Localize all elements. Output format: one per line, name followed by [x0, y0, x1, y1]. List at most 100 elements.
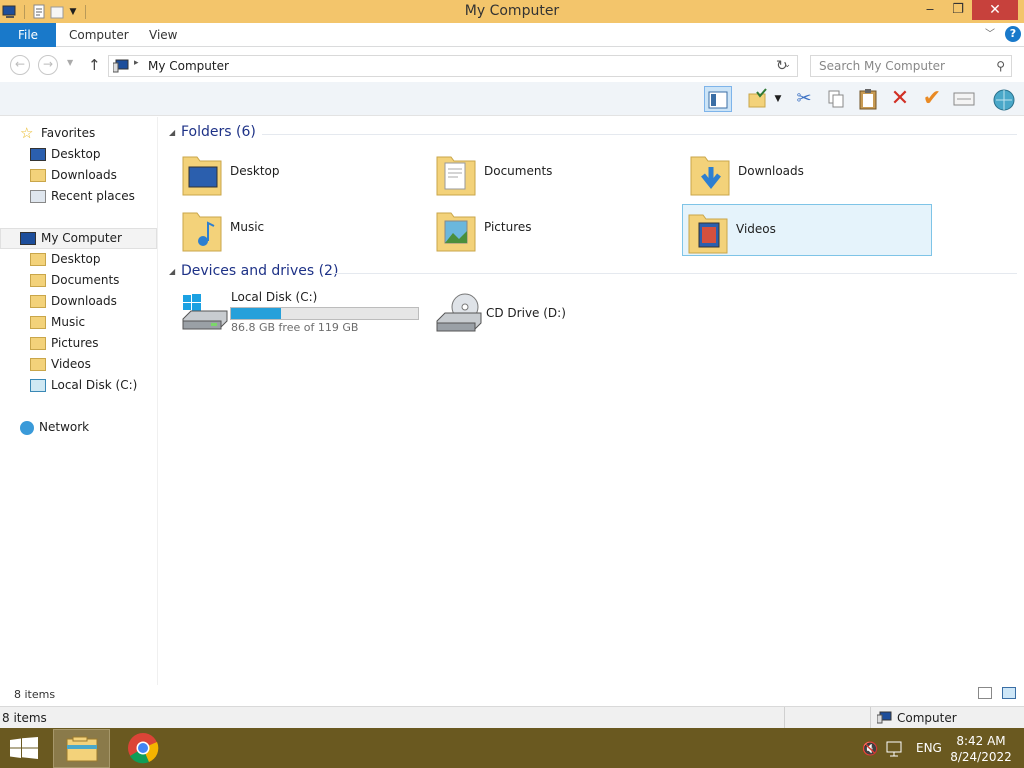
documents-folder-icon — [436, 156, 476, 196]
restore-button[interactable]: ❐ — [944, 0, 972, 20]
refresh-icon[interactable]: ↻ — [776, 58, 788, 74]
drive-cd[interactable]: CD Drive (D:) — [431, 287, 631, 339]
collapse-arrow-icon[interactable]: ◢ — [169, 128, 175, 137]
item-count: 8 items — [14, 688, 56, 701]
up-button[interactable]: ↑ — [88, 56, 101, 74]
network-globe-icon[interactable] — [990, 86, 1018, 112]
delete-icon[interactable]: ✕ — [886, 86, 914, 112]
folder-desktop[interactable]: Desktop — [177, 147, 427, 199]
ribbon: File Computer View ﹀ ? — [0, 23, 1024, 47]
close-button[interactable]: ✕ — [972, 0, 1018, 20]
nav-fav-desktop[interactable]: Desktop — [30, 144, 101, 165]
preview-pane-icon[interactable] — [704, 86, 732, 112]
folder-icon — [30, 295, 46, 308]
desktop-folder-icon — [182, 156, 222, 196]
search-input[interactable]: Search My Computer ⚲ — [810, 55, 1012, 77]
folder-music[interactable]: Music — [177, 203, 427, 255]
forward-button[interactable]: → — [38, 55, 58, 75]
nav-fav-recent[interactable]: Recent places — [30, 186, 135, 207]
downloads-folder-icon — [690, 156, 730, 196]
language-indicator[interactable]: ENG — [916, 741, 942, 755]
nav-local-disk[interactable]: Local Disk (C:) — [30, 375, 137, 396]
details-view-icon[interactable] — [978, 687, 992, 699]
large-icons-view-icon[interactable] — [1002, 687, 1016, 699]
folder-icon — [30, 316, 46, 329]
collapse-arrow-icon[interactable]: ◢ — [169, 267, 175, 276]
nav-downloads[interactable]: Downloads — [30, 291, 117, 312]
copy-icon[interactable] — [822, 86, 850, 112]
chevron-down-icon[interactable]: ▼ — [770, 86, 786, 112]
disk-free-text: 86.8 GB free of 119 GB — [231, 321, 359, 334]
network-status-icon[interactable] — [886, 741, 904, 760]
navigation-pane: ☆ Favorites Desktop Downloads Recent plac… — [0, 117, 158, 705]
disk-usage-bar — [230, 307, 419, 320]
recent-locations-icon[interactable]: ▼ — [67, 58, 73, 67]
clock[interactable]: 8:42 AM 8/24/2022 — [950, 733, 1012, 765]
chrome-icon[interactable] — [127, 732, 159, 767]
tab-view[interactable]: View — [149, 23, 177, 47]
windows-start-icon[interactable] — [10, 737, 38, 762]
search-icon: ⚲ — [996, 59, 1005, 73]
tab-computer[interactable]: Computer — [69, 23, 129, 47]
nav-my-computer[interactable]: My Computer — [20, 228, 122, 249]
nav-pictures[interactable]: Pictures — [30, 333, 99, 354]
clock-date: 8/24/2022 — [950, 750, 1012, 764]
properties-icon[interactable] — [950, 86, 978, 112]
search-placeholder: Search My Computer — [819, 59, 945, 73]
command-toolbar: ▼ ✂ ✕ ✔ — [0, 82, 1024, 116]
disk-usage-fill — [231, 308, 282, 319]
computer-icon — [20, 232, 36, 245]
folder-documents[interactable]: Documents — [431, 147, 681, 199]
downloads-folder-icon — [30, 169, 46, 182]
tab-file[interactable]: File — [0, 23, 56, 47]
folder-icon — [30, 253, 46, 266]
rename-check-icon[interactable]: ✔ — [918, 86, 946, 112]
file-explorer-icon — [66, 736, 98, 762]
select-folder-icon[interactable] — [744, 86, 772, 112]
paste-icon[interactable] — [854, 86, 882, 112]
address-row: ← → ▼ ↑ ▸ My Computer ⌄ ↻ Search My Comp… — [0, 48, 1024, 82]
devices-group-header[interactable]: Devices and drives (2) — [181, 263, 338, 279]
volume-muted-icon[interactable]: 🔇 — [862, 742, 878, 757]
nav-fav-downloads[interactable]: Downloads — [30, 165, 117, 186]
cut-icon[interactable]: ✂ — [790, 86, 818, 112]
drive-local-disk[interactable]: Local Disk (C:) 86.8 GB free of 119 GB — [177, 287, 421, 339]
breadcrumb[interactable]: My Computer — [148, 59, 229, 73]
back-button[interactable]: ← — [10, 55, 30, 75]
address-bar[interactable]: ▸ My Computer ⌄ — [108, 55, 798, 77]
taskbar: 🔇 ENG 8:42 AM 8/24/2022 — [0, 728, 1024, 768]
minimize-button[interactable]: ‒ — [916, 0, 944, 20]
nav-videos[interactable]: Videos — [30, 354, 91, 375]
folder-icon — [30, 274, 46, 287]
title-bar: ▼ My Computer ‒ ❐ ✕ — [0, 0, 1024, 23]
nav-music[interactable]: Music — [30, 312, 85, 333]
clock-time: 8:42 AM — [956, 734, 1006, 748]
zone-label: Computer — [897, 711, 957, 725]
folder-icon — [30, 358, 46, 371]
music-folder-icon — [182, 212, 222, 252]
nav-favorites[interactable]: ☆ Favorites — [20, 123, 95, 144]
nav-desktop[interactable]: Desktop — [30, 249, 101, 270]
folder-videos[interactable]: Videos — [682, 204, 932, 256]
taskbar-explorer-button[interactable] — [53, 729, 110, 768]
drive-icon — [30, 379, 46, 392]
folders-group-header[interactable]: Folders (6) — [181, 124, 256, 140]
computer-icon — [112, 59, 131, 76]
computer-icon — [876, 711, 893, 727]
help-icon[interactable]: ? — [1005, 26, 1021, 42]
folder-downloads[interactable]: Downloads — [685, 147, 935, 199]
breadcrumb-arrow-icon[interactable]: ▸ — [134, 58, 139, 68]
folder-icon — [30, 337, 46, 350]
nav-documents[interactable]: Documents — [30, 270, 119, 291]
explorer-status-bar: 8 items — [0, 685, 1024, 705]
recent-places-icon — [30, 190, 46, 203]
cd-drive-icon — [436, 293, 482, 332]
folder-pictures[interactable]: Pictures — [431, 203, 681, 255]
local-disk-label: Local Disk (C:) — [231, 290, 318, 304]
cd-drive-label: CD Drive (D:) — [486, 306, 566, 320]
expand-ribbon-icon[interactable]: ﹀ — [985, 23, 995, 47]
nav-network[interactable]: Network — [20, 417, 89, 438]
content-pane: ◢ Folders (6) Desktop Documents Download… — [160, 117, 1024, 685]
pictures-folder-icon — [436, 212, 476, 252]
windows-drive-icon — [182, 294, 228, 330]
